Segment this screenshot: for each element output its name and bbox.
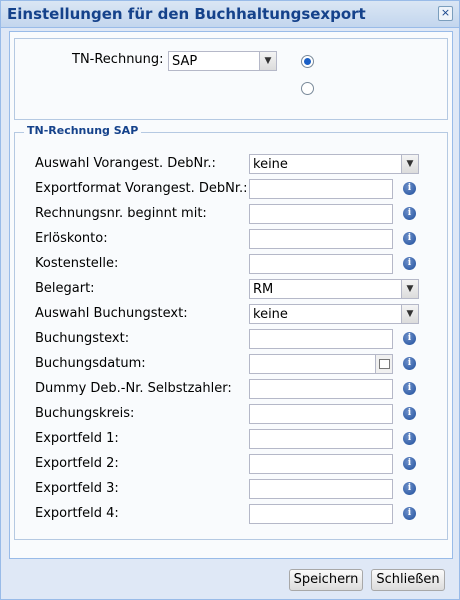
text-field[interactable]	[249, 429, 393, 449]
info-icon[interactable]: i	[403, 232, 416, 245]
field-label: Buchungskreis:	[35, 406, 135, 421]
field-label: Exportfeld 4:	[35, 506, 119, 521]
title-bar[interactable]: Einstellungen für den Buchhaltungsexport…	[1, 1, 459, 28]
chevron-down-icon[interactable]: ▼	[401, 305, 418, 323]
info-icon[interactable]: i	[403, 382, 416, 395]
field-select-value: keine	[253, 307, 288, 322]
text-field[interactable]	[249, 229, 393, 249]
field-label: Auswahl Vorangest. DebNr.:	[35, 156, 216, 171]
text-field[interactable]	[249, 254, 393, 274]
text-field[interactable]	[249, 504, 393, 524]
info-icon[interactable]: i	[403, 332, 416, 345]
field-label: Rechnungsnr. beginnt mit:	[35, 206, 207, 221]
close-button[interactable]: Schließen	[371, 569, 445, 591]
chevron-down-icon[interactable]: ▼	[259, 52, 276, 70]
chevron-down-icon[interactable]: ▼	[401, 155, 418, 173]
info-icon[interactable]: i	[403, 257, 416, 270]
text-field[interactable]	[249, 404, 393, 424]
info-icon[interactable]: i	[403, 432, 416, 445]
date-field[interactable]	[249, 354, 393, 374]
field-select[interactable]: keine ▼	[249, 154, 419, 174]
info-icon[interactable]: i	[403, 182, 416, 195]
close-icon[interactable]: ×	[438, 6, 453, 21]
radio-option-1[interactable]	[301, 55, 314, 68]
tn-rechnung-label: TN-Rechnung:	[72, 52, 164, 67]
field-label: Exportfeld 2:	[35, 456, 119, 471]
field-label: Erlöskonto:	[35, 231, 108, 246]
text-field[interactable]	[249, 204, 393, 224]
field-select-value: keine	[253, 157, 288, 172]
field-select[interactable]: RM ▼	[249, 279, 419, 299]
field-label: Exportfeld 1:	[35, 431, 119, 446]
info-icon[interactable]: i	[403, 407, 416, 420]
tn-rechnung-select[interactable]: SAP ▼	[168, 51, 277, 71]
field-label: Auswahl Buchungstext:	[35, 306, 188, 321]
text-field[interactable]	[249, 454, 393, 474]
field-label: Buchungstext:	[35, 331, 130, 346]
field-label: Exportfeld 3:	[35, 481, 119, 496]
dialog-body: TN-Rechnung: SAP ▼ TN-Rechnung SAP Auswa…	[9, 31, 453, 559]
calendar-icon-glyph	[379, 359, 390, 369]
tn-rechnung-panel: TN-Rechnung: SAP ▼	[14, 38, 448, 120]
save-button[interactable]: Speichern	[289, 569, 363, 591]
text-field[interactable]	[249, 329, 393, 349]
field-label: Kostenstelle:	[35, 256, 119, 271]
info-icon[interactable]: i	[403, 507, 416, 520]
dialog-title: Einstellungen für den Buchhaltungsexport	[7, 5, 366, 23]
field-select[interactable]: keine ▼	[249, 304, 419, 324]
info-icon[interactable]: i	[403, 482, 416, 495]
text-field[interactable]	[249, 479, 393, 499]
field-label: Exportformat Vorangest. DebNr.:	[35, 181, 248, 196]
field-label: Buchungsdatum:	[35, 356, 146, 371]
settings-dialog: Einstellungen für den Buchhaltungsexport…	[0, 0, 460, 600]
fieldset-legend: TN-Rechnung SAP	[24, 124, 142, 137]
tn-rechnung-value: SAP	[172, 54, 198, 69]
info-icon[interactable]: i	[403, 357, 416, 370]
info-icon[interactable]: i	[403, 207, 416, 220]
field-select-value: RM	[253, 282, 274, 297]
info-icon[interactable]: i	[403, 457, 416, 470]
field-label: Belegart:	[35, 281, 95, 296]
chevron-down-icon[interactable]: ▼	[401, 280, 418, 298]
field-label: Dummy Deb.-Nr. Selbstzahler:	[35, 381, 232, 396]
text-field[interactable]	[249, 179, 393, 199]
calendar-icon[interactable]	[375, 355, 392, 373]
radio-option-2[interactable]	[301, 82, 314, 95]
text-field[interactable]	[249, 379, 393, 399]
